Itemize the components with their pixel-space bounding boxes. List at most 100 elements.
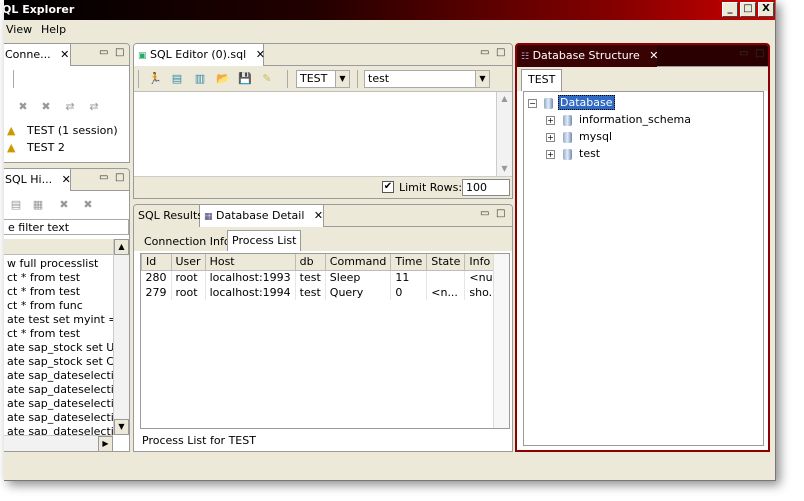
history-item[interactable]: ate test set myint = 4: bbox=[7, 313, 113, 327]
execute-history-icon[interactable]: ▤ bbox=[9, 198, 23, 212]
scroll-up-icon[interactable]: ▲ bbox=[497, 92, 512, 106]
save-file-icon[interactable]: 💾 bbox=[238, 72, 252, 86]
scroll-down-icon[interactable]: ▼ bbox=[114, 419, 129, 435]
execute-export-icon[interactable]: ▥ bbox=[193, 72, 207, 86]
table-vscrollbar[interactable] bbox=[493, 254, 509, 428]
minimize-view-icon[interactable]: ▭ bbox=[480, 208, 489, 219]
history-item[interactable]: ate sap_stock set UPM bbox=[7, 341, 113, 355]
minimize-view-icon[interactable]: ▭ bbox=[99, 172, 108, 183]
history-column-header[interactable] bbox=[4, 239, 113, 255]
column-header[interactable]: State bbox=[426, 254, 466, 271]
maximize-view-icon[interactable]: □ bbox=[755, 48, 764, 59]
table-row[interactable]: 279 root localhost:1994 test Query 0 <n... sho.… bbox=[141, 285, 509, 300]
connect-icon[interactable]: ⇄ bbox=[63, 100, 77, 114]
column-header[interactable]: Command bbox=[324, 254, 392, 271]
subtab-connection-info[interactable]: Connection Info bbox=[140, 233, 235, 251]
history-item[interactable]: ate sap_dateselection bbox=[7, 369, 113, 383]
limit-rows-input[interactable] bbox=[462, 179, 510, 196]
close-icon[interactable]: ✕ bbox=[314, 209, 323, 222]
sql-history-panel: SQL Hi... ✕ ▭ □ ▤ ▦ ✖ ✖ w full processli… bbox=[4, 168, 130, 452]
column-header[interactable]: Time bbox=[390, 254, 428, 271]
connections-tab[interactable]: Conne... ✕ bbox=[4, 44, 71, 66]
tree-node-test[interactable]: + test bbox=[546, 145, 600, 162]
history-filter-input[interactable] bbox=[4, 219, 129, 235]
delete-all-icon[interactable]: ✖ bbox=[39, 100, 53, 114]
remove-history-icon[interactable]: ✖ bbox=[57, 198, 71, 212]
history-item[interactable]: ct * from test bbox=[7, 327, 113, 341]
clear-text-icon[interactable]: ✎ bbox=[260, 72, 274, 86]
close-icon[interactable]: ✕ bbox=[256, 48, 265, 61]
column-header[interactable]: User bbox=[170, 254, 206, 271]
sql-text-area[interactable] bbox=[134, 92, 496, 176]
maximize-button[interactable]: □ bbox=[740, 2, 756, 17]
expand-icon[interactable]: + bbox=[546, 115, 555, 125]
remove-all-history-icon[interactable]: ✖ bbox=[81, 198, 95, 212]
tab-sql-results[interactable]: SQL Results bbox=[134, 205, 203, 227]
table-cell: test bbox=[295, 285, 326, 300]
maximize-view-icon[interactable]: □ bbox=[496, 47, 505, 58]
history-item[interactable]: ate sap_dateselection bbox=[7, 411, 113, 425]
expand-icon[interactable]: + bbox=[546, 149, 555, 159]
catalog-select[interactable]: test ▼ bbox=[364, 70, 490, 88]
history-item[interactable]: ate sap_stock set CUS bbox=[7, 355, 113, 369]
connection-item-test[interactable]: ▲ TEST (1 session) bbox=[7, 124, 118, 137]
connection-select[interactable]: TEST ▼ bbox=[296, 70, 350, 88]
history-hscrollbar[interactable]: ▶ bbox=[4, 435, 113, 451]
copy-history-icon[interactable]: ▦ bbox=[31, 198, 45, 212]
history-item[interactable]: w full processlist bbox=[7, 257, 113, 271]
close-icon[interactable]: ✕ bbox=[60, 48, 69, 61]
column-header[interactable]: Id bbox=[141, 254, 172, 271]
scroll-down-icon[interactable]: ▼ bbox=[497, 162, 512, 176]
maximize-view-icon[interactable]: □ bbox=[496, 208, 505, 219]
connection-item-test2[interactable]: ▲ TEST 2 bbox=[7, 141, 65, 154]
maximize-view-icon[interactable]: □ bbox=[115, 47, 124, 58]
history-tab-label: SQL Hi... bbox=[5, 173, 53, 186]
sql-editor-tab[interactable]: ▣ SQL Editor (0).sql ✕ bbox=[134, 44, 265, 66]
minimize-button[interactable]: _ bbox=[722, 2, 738, 17]
minimize-view-icon[interactable]: ▭ bbox=[480, 47, 489, 58]
history-tab[interactable]: SQL Hi... ✕ bbox=[4, 169, 71, 191]
tree-node-mysql[interactable]: + mysql bbox=[546, 128, 612, 145]
table-cell: 0 bbox=[390, 285, 428, 300]
close-icon[interactable]: ✕ bbox=[649, 49, 658, 62]
scroll-up-icon[interactable]: ▲ bbox=[114, 239, 129, 255]
open-file-icon[interactable]: 📂 bbox=[216, 72, 230, 86]
chevron-down-icon[interactable]: ▼ bbox=[475, 71, 489, 87]
title-bar[interactable]: QL Explorer _ □ X bbox=[4, 0, 775, 20]
history-item[interactable]: ate sap_dateselection bbox=[7, 383, 113, 397]
subtab-process-list[interactable]: Process List bbox=[227, 230, 302, 251]
minimize-view-icon[interactable]: ▭ bbox=[99, 47, 108, 58]
table-row[interactable]: 280 root localhost:1993 test Sleep 11 <null> bbox=[141, 270, 509, 285]
editor-vscrollbar[interactable]: ▲ ▼ bbox=[496, 92, 512, 176]
menu-help[interactable]: Help bbox=[41, 20, 66, 40]
tree-node-information-schema[interactable]: + information_schema bbox=[546, 111, 691, 128]
history-vscrollbar[interactable]: ▲ ▼ bbox=[113, 239, 129, 435]
database-structure-tab[interactable]: ☷ Database Structure ✕ bbox=[517, 45, 658, 67]
close-icon[interactable]: ✕ bbox=[62, 173, 71, 186]
menu-view[interactable]: View bbox=[6, 20, 32, 40]
execute-all-icon[interactable]: ▤ bbox=[170, 72, 184, 86]
column-header[interactable]: Host bbox=[204, 254, 296, 271]
delete-icon[interactable]: ✖ bbox=[16, 100, 30, 114]
scroll-right-icon[interactable]: ▶ bbox=[98, 436, 113, 451]
connect-new-icon[interactable]: ⇄ bbox=[87, 100, 101, 114]
tree-node-database[interactable]: − Database bbox=[528, 94, 615, 111]
sql-editor-tab-label: SQL Editor (0).sql bbox=[150, 48, 247, 61]
history-toolbar: ▤ ▦ ✖ ✖ bbox=[4, 193, 129, 217]
expand-icon[interactable]: + bbox=[546, 132, 555, 142]
chevron-down-icon[interactable]: ▼ bbox=[335, 71, 349, 87]
history-item[interactable]: ate sap_dateselection bbox=[7, 397, 113, 411]
minimize-view-icon[interactable]: ▭ bbox=[739, 48, 748, 59]
maximize-view-icon[interactable]: □ bbox=[115, 172, 124, 183]
collapse-icon[interactable]: − bbox=[528, 98, 537, 108]
history-item[interactable]: ct * from func bbox=[7, 299, 113, 313]
subtab-test[interactable]: TEST bbox=[521, 69, 563, 91]
limit-rows-checkbox[interactable]: ✔ bbox=[382, 181, 394, 193]
execute-sql-icon[interactable]: 🏃 bbox=[148, 72, 162, 86]
history-item[interactable]: ct * from test bbox=[7, 285, 113, 299]
history-item[interactable]: ct * from test bbox=[7, 271, 113, 285]
column-header[interactable]: db bbox=[294, 254, 326, 271]
close-button[interactable]: X bbox=[758, 2, 774, 17]
subtab-label: Connection Info bbox=[144, 235, 231, 248]
tab-database-detail[interactable]: ▦ Database Detail ✕ bbox=[200, 205, 324, 227]
